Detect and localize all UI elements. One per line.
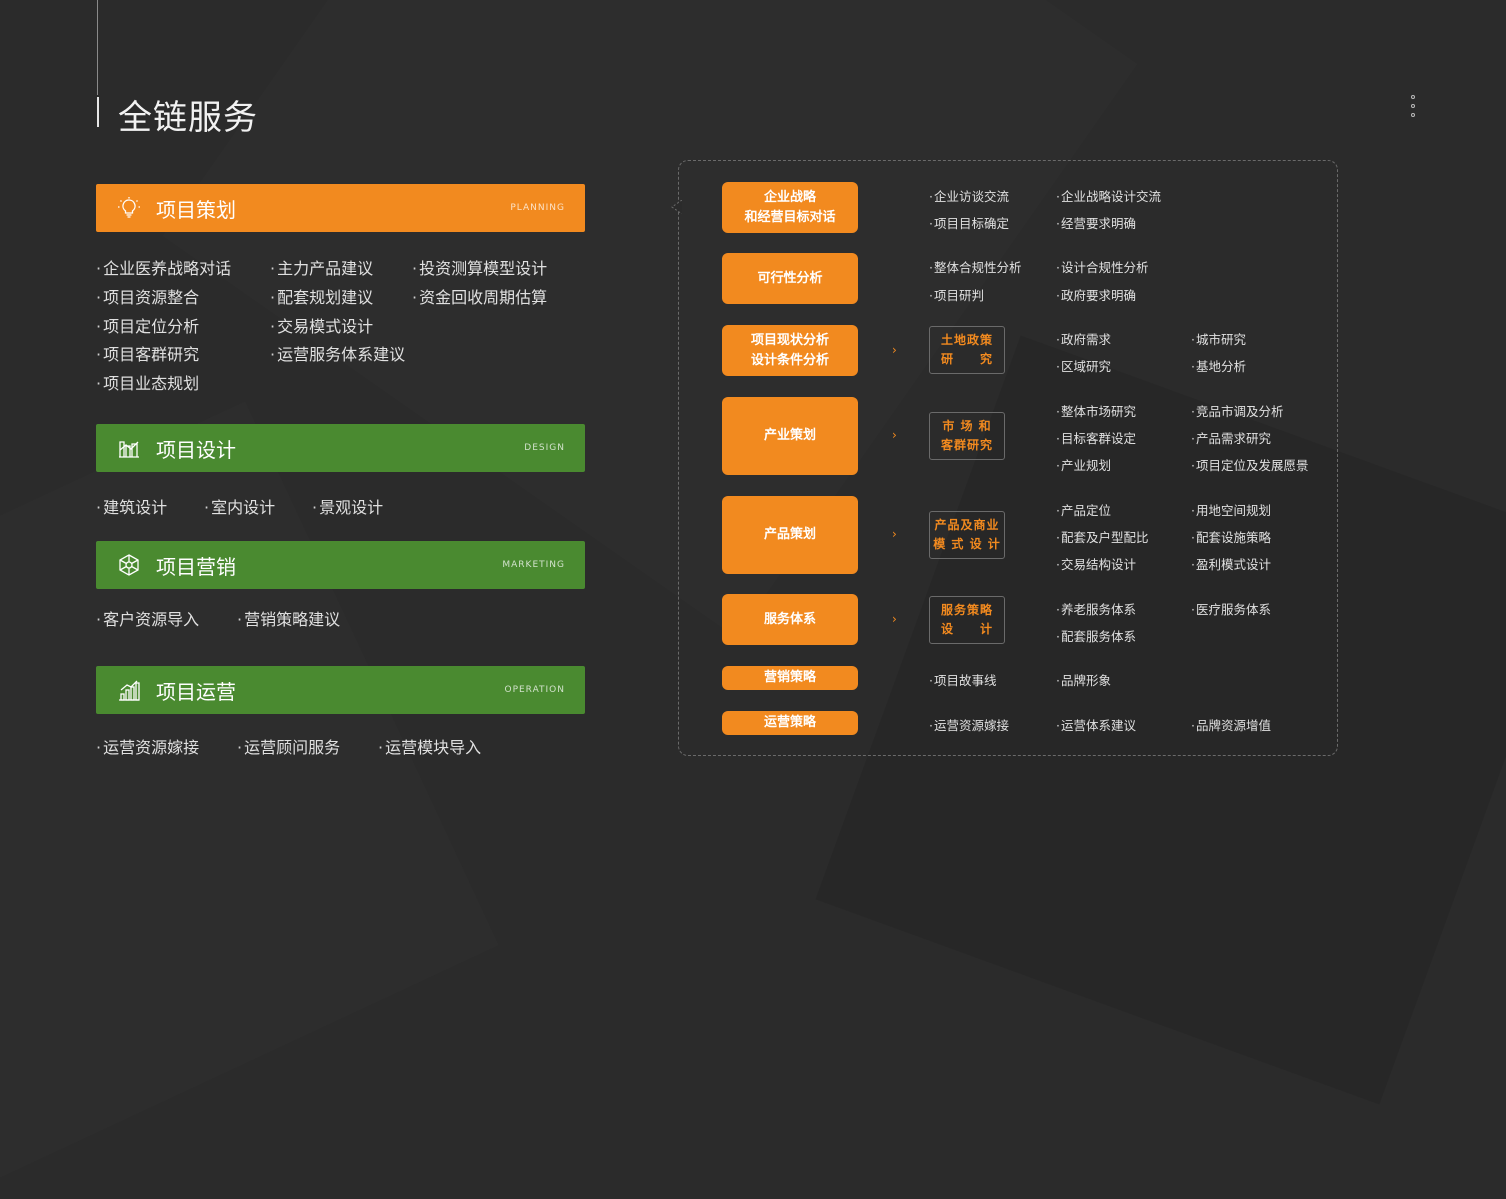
service-detail-item: 竞品市调及分析 bbox=[1191, 401, 1284, 420]
list-item: 营销策略建议 bbox=[237, 606, 340, 630]
service-detail-item: 运营资源嫁接 bbox=[929, 715, 1009, 734]
service-detail-item: 配套及户型配比 bbox=[1056, 527, 1149, 546]
list-item: 建筑设计 bbox=[96, 494, 167, 518]
chevron-right-icon: › bbox=[892, 527, 897, 541]
list-item: 项目资源整合 bbox=[96, 284, 199, 308]
list-item: 资金回收周期估算 bbox=[412, 284, 547, 308]
service-detail-item: 产品需求研究 bbox=[1191, 428, 1271, 447]
list-item: 投资测算模型设计 bbox=[412, 255, 547, 279]
service-detail-item: 医疗服务体系 bbox=[1191, 599, 1271, 618]
section-subtitle: PLANNING bbox=[510, 203, 565, 213]
more-menu-icon[interactable] bbox=[1410, 95, 1416, 117]
service-step-box: 营销策略 bbox=[722, 666, 858, 690]
service-step-box: 企业战略 和经营目标对话 bbox=[722, 182, 858, 233]
list-item: 运营资源嫁接 bbox=[96, 734, 199, 758]
service-detail-item: 整体合规性分析 bbox=[929, 257, 1022, 276]
service-detail-item: 区域研究 bbox=[1056, 356, 1111, 375]
service-detail-item: 经营要求明确 bbox=[1056, 213, 1136, 232]
network-icon bbox=[116, 552, 142, 578]
service-detail-item: 用地空间规划 bbox=[1191, 500, 1271, 519]
service-detail-item: 项目研判 bbox=[929, 285, 984, 304]
service-step-box: 产品策划 bbox=[722, 496, 858, 574]
list-item: 配套规划建议 bbox=[270, 284, 373, 308]
service-detail-item: 配套设施策略 bbox=[1191, 527, 1271, 546]
service-substep-box: 产品及商业 模 式 设 计 bbox=[929, 511, 1005, 559]
bar-chart-icon bbox=[116, 677, 142, 703]
service-detail-item: 盈利模式设计 bbox=[1191, 554, 1271, 573]
list-item: 运营顾问服务 bbox=[237, 734, 340, 758]
service-detail-item: 目标客群设定 bbox=[1056, 428, 1136, 447]
service-detail-item: 产品定位 bbox=[1056, 500, 1111, 519]
section-header-marketing: 项目营销 MARKETING bbox=[96, 541, 585, 589]
service-detail-item: 项目定位及发展愿景 bbox=[1191, 455, 1309, 474]
service-substep-box: 土地政策 研 究 bbox=[929, 326, 1005, 374]
service-substep-box: 市 场 和 客群研究 bbox=[929, 412, 1005, 460]
service-detail-item: 政府需求 bbox=[1056, 329, 1111, 348]
list-item: 客户资源导入 bbox=[96, 606, 199, 630]
section-subtitle: OPERATION bbox=[504, 685, 565, 695]
section-header-planning: 项目策划 PLANNING bbox=[96, 184, 585, 232]
service-detail-item: 政府要求明确 bbox=[1056, 285, 1136, 304]
chevron-right-icon: › bbox=[892, 612, 897, 626]
list-item: 景观设计 bbox=[312, 494, 383, 518]
list-item: 企业医养战略对话 bbox=[96, 255, 231, 279]
list-item: 主力产品建议 bbox=[270, 255, 373, 279]
service-step-box: 项目现状分析 设计条件分析 bbox=[722, 325, 858, 376]
service-step-box: 产业策划 bbox=[722, 397, 858, 475]
section-header-operation: 项目运营 OPERATION bbox=[96, 666, 585, 714]
service-detail-item: 基地分析 bbox=[1191, 356, 1246, 375]
service-detail-item: 产业规划 bbox=[1056, 455, 1111, 474]
section-subtitle: DESIGN bbox=[524, 443, 565, 453]
service-detail-item: 运营体系建议 bbox=[1056, 715, 1136, 734]
service-detail-item: 企业访谈交流 bbox=[929, 186, 1009, 205]
service-detail-item: 养老服务体系 bbox=[1056, 599, 1136, 618]
list-item: 室内设计 bbox=[204, 494, 275, 518]
chevron-right-icon: › bbox=[892, 428, 897, 442]
list-item: 项目业态规划 bbox=[96, 370, 199, 394]
page-title: 全链服务 bbox=[118, 98, 258, 138]
panel-pointer bbox=[671, 200, 682, 214]
section-title: 项目运营 bbox=[156, 679, 236, 704]
list-item: 交易模式设计 bbox=[270, 313, 373, 337]
list-item: 项目客群研究 bbox=[96, 341, 199, 365]
service-detail-item: 项目目标确定 bbox=[929, 213, 1009, 232]
service-detail-item: 整体市场研究 bbox=[1056, 401, 1136, 420]
service-step-box: 运营策略 bbox=[722, 711, 858, 735]
decorative-line bbox=[97, 0, 98, 95]
service-detail-item: 项目故事线 bbox=[929, 670, 997, 689]
background-shape bbox=[0, 401, 499, 1199]
service-detail-item: 企业战略设计交流 bbox=[1056, 186, 1161, 205]
section-subtitle: MARKETING bbox=[502, 560, 565, 570]
section-title: 项目营销 bbox=[156, 554, 236, 579]
service-step-box: 可行性分析 bbox=[722, 253, 858, 304]
list-item: 运营模块导入 bbox=[378, 734, 481, 758]
service-detail-item: 配套服务体系 bbox=[1056, 626, 1136, 645]
service-detail-item: 城市研究 bbox=[1191, 329, 1246, 348]
chevron-right-icon: › bbox=[892, 343, 897, 357]
service-detail-item: 品牌形象 bbox=[1056, 670, 1111, 689]
list-item: 运营服务体系建议 bbox=[270, 341, 405, 365]
section-title: 项目设计 bbox=[156, 437, 236, 462]
building-chart-icon bbox=[116, 435, 142, 461]
list-item: 项目定位分析 bbox=[96, 313, 199, 337]
service-detail-item: 交易结构设计 bbox=[1056, 554, 1136, 573]
service-step-box: 服务体系 bbox=[722, 594, 858, 645]
title-accent-bar bbox=[97, 97, 99, 127]
lightbulb-icon bbox=[116, 195, 142, 221]
section-header-design: 项目设计 DESIGN bbox=[96, 424, 585, 472]
service-detail-item: 设计合规性分析 bbox=[1056, 257, 1149, 276]
section-title: 项目策划 bbox=[156, 197, 236, 222]
service-detail-item: 品牌资源增值 bbox=[1191, 715, 1271, 734]
service-substep-box: 服务策略 设 计 bbox=[929, 596, 1005, 644]
